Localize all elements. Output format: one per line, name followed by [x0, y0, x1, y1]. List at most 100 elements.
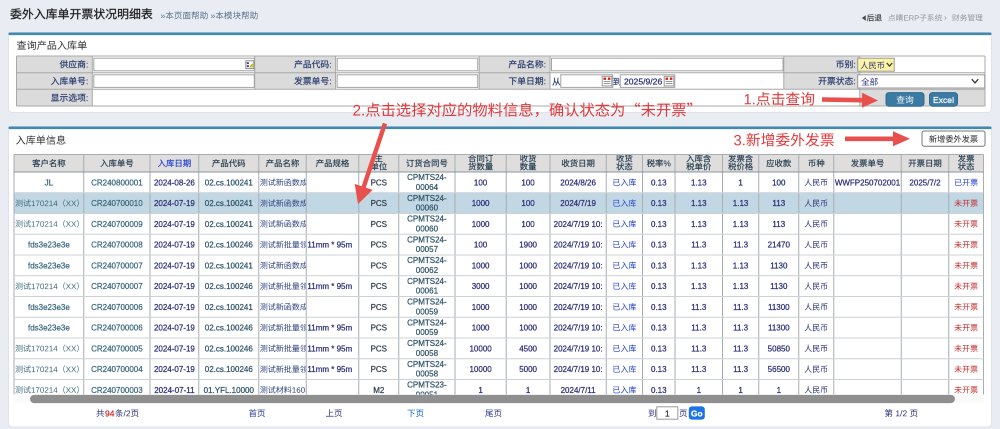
svg-text:PCS: PCS: [371, 199, 387, 208]
svg-text:CR240700010: CR240700010: [91, 199, 143, 208]
svg-text:11.3: 11.3: [691, 365, 707, 374]
svg-text:2024/7/19: 2024/7/19: [560, 199, 596, 208]
svg-text:2024-07-19: 2024-07-19: [154, 220, 195, 229]
svg-text:PCS: PCS: [371, 178, 387, 187]
svg-text:0.13: 0.13: [651, 365, 667, 374]
svg-text:3000: 3000: [472, 282, 490, 291]
svg-text:1000: 1000: [472, 199, 490, 208]
svg-text:1.13: 1.13: [733, 199, 749, 208]
svg-text:100: 100: [474, 241, 488, 250]
svg-text:fds3e23e3e: fds3e23e3e: [28, 303, 70, 312]
svg-text:1: 1: [478, 386, 483, 395]
svg-text:11.3: 11.3: [733, 324, 749, 333]
svg-text:2024/7/19 10:: 2024/7/19 10:: [554, 241, 603, 250]
svg-text:Excel: Excel: [933, 95, 954, 105]
svg-text:02.cs.100246: 02.cs.100246: [205, 241, 254, 250]
svg-text:0.13: 0.13: [651, 303, 667, 312]
svg-text:11.3: 11.3: [691, 303, 707, 312]
svg-text:2024/8/26: 2024/8/26: [560, 178, 596, 187]
svg-text:1: 1: [738, 178, 743, 187]
svg-text:PCS: PCS: [371, 303, 387, 312]
svg-text:1.13: 1.13: [691, 199, 707, 208]
svg-text:1130: 1130: [770, 282, 788, 291]
svg-text:CPMTS24-: CPMTS24-: [407, 298, 447, 307]
svg-text:100: 100: [521, 199, 535, 208]
svg-text:11mm * 95m: 11mm * 95m: [307, 344, 352, 353]
svg-text:11300: 11300: [768, 324, 790, 333]
svg-text:11.3: 11.3: [691, 241, 707, 250]
svg-text:100: 100: [474, 178, 488, 187]
svg-text:2024-07-11: 2024-07-11: [154, 386, 195, 395]
svg-text:fds3e23e3e: fds3e23e3e: [28, 324, 70, 333]
svg-text:1000: 1000: [472, 303, 490, 312]
svg-text:2024/7/19 10:: 2024/7/19 10:: [554, 344, 603, 353]
svg-text:02.cs.100246: 02.cs.100246: [205, 282, 254, 291]
svg-text:00058: 00058: [416, 370, 439, 379]
svg-text:11.3: 11.3: [733, 365, 749, 374]
svg-text:00060: 00060: [416, 224, 439, 233]
svg-text:00064: 00064: [416, 183, 439, 192]
svg-text:00061: 00061: [416, 287, 439, 296]
svg-text:PCS: PCS: [371, 365, 387, 374]
svg-text:1: 1: [738, 386, 743, 395]
svg-text:1.13: 1.13: [733, 220, 749, 229]
svg-text:CR240700008: CR240700008: [91, 241, 143, 250]
svg-text:2025/9/26: 2025/9/26: [624, 77, 662, 87]
svg-text:PCS: PCS: [371, 324, 387, 333]
svg-text:1000: 1000: [472, 220, 490, 229]
svg-text:1.13: 1.13: [691, 178, 707, 187]
svg-text:113: 113: [772, 220, 785, 229]
svg-text:1000: 1000: [519, 303, 537, 312]
svg-text:CR240700007: CR240700007: [91, 261, 143, 270]
svg-text:CR240700006: CR240700006: [91, 303, 143, 312]
svg-text:2024-07-19: 2024-07-19: [154, 324, 195, 333]
svg-text:1: 1: [697, 386, 702, 395]
svg-text:2024-07-19: 2024-07-19: [154, 282, 195, 291]
svg-text:02.cs.100241: 02.cs.100241: [205, 261, 254, 270]
svg-text:fds3e23e3e: fds3e23e3e: [28, 241, 70, 250]
svg-text:1000: 1000: [519, 324, 537, 333]
svg-text:02.cs.100246: 02.cs.100246: [205, 344, 254, 353]
svg-text:PCS: PCS: [371, 220, 387, 229]
svg-text:PCS: PCS: [371, 261, 387, 270]
svg-text:02.cs.100241: 02.cs.100241: [205, 178, 254, 187]
svg-text:10000: 10000: [469, 344, 492, 353]
svg-text:CPMTS24-: CPMTS24-: [407, 277, 447, 286]
svg-text:2024-07-19: 2024-07-19: [154, 261, 195, 270]
svg-text:CPMTS24-: CPMTS24-: [407, 319, 447, 328]
svg-text:JL: JL: [45, 178, 54, 187]
svg-text:0.13: 0.13: [651, 344, 667, 353]
svg-text:1000: 1000: [472, 261, 490, 270]
svg-text:M2: M2: [373, 386, 385, 395]
svg-text:100: 100: [521, 178, 535, 187]
svg-text:CPMTS24-: CPMTS24-: [407, 194, 447, 203]
svg-text:1.13: 1.13: [691, 261, 707, 270]
svg-text:50850: 50850: [768, 344, 791, 353]
svg-text:02.cs.100241: 02.cs.100241: [205, 199, 254, 208]
svg-text:CR240800001: CR240800001: [91, 178, 143, 187]
svg-text:0.13: 0.13: [651, 282, 667, 291]
svg-text:00059: 00059: [416, 328, 439, 337]
svg-text:2024/7/19 10:: 2024/7/19 10:: [554, 324, 603, 333]
svg-text:1: 1: [777, 386, 782, 395]
svg-text:2024/7/19 10:: 2024/7/19 10:: [554, 303, 603, 312]
svg-text:1.13: 1.13: [733, 261, 749, 270]
svg-text:11mm * 95m: 11mm * 95m: [307, 324, 352, 333]
svg-text:CR240700003: CR240700003: [91, 386, 143, 395]
svg-text:11.3: 11.3: [733, 303, 749, 312]
svg-text:100: 100: [521, 220, 535, 229]
svg-text:1130: 1130: [770, 261, 788, 270]
svg-text:PCS: PCS: [371, 282, 387, 291]
svg-text:2024-07-19: 2024-07-19: [154, 241, 195, 250]
svg-text:02.cs.100246: 02.cs.100246: [205, 365, 254, 374]
svg-text:11.3: 11.3: [733, 344, 749, 353]
svg-text:CR240700009: CR240700009: [91, 220, 143, 229]
svg-text:4500: 4500: [519, 344, 537, 353]
svg-text:11300: 11300: [768, 303, 790, 312]
svg-text:1900: 1900: [519, 241, 537, 250]
svg-text:11mm * 95m: 11mm * 95m: [307, 365, 352, 374]
svg-text:CR240700004: CR240700004: [91, 365, 143, 374]
svg-text:100: 100: [772, 178, 786, 187]
svg-text:2024/7/19 10:: 2024/7/19 10:: [554, 365, 603, 374]
svg-text:11.3: 11.3: [733, 241, 749, 250]
